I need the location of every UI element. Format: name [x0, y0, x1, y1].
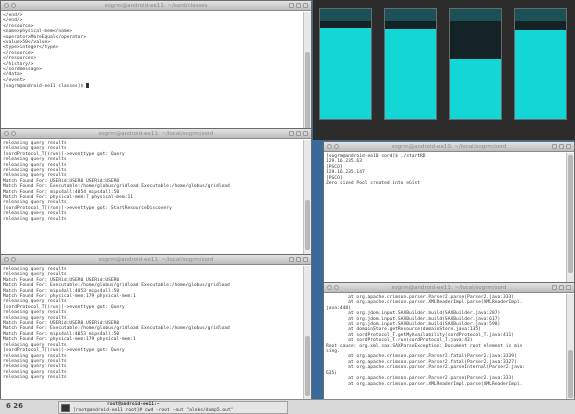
- terminal-output[interactable]: </end/> </end/> </resource> <name>physical-…: [1, 12, 303, 131]
- text-cursor: [85, 83, 89, 89]
- window-menu-icon[interactable]: [4, 131, 9, 136]
- scrollbar-thumb[interactable]: [305, 336, 310, 396]
- window-shade-icon[interactable]: [11, 131, 16, 136]
- task-title: root@android-ee11:~: [107, 402, 160, 407]
- window-shade-icon[interactable]: [334, 144, 339, 149]
- window-title: sogrm@android-ee11: ~/local/sogrm/sord: [391, 285, 507, 291]
- close-icon[interactable]: [303, 257, 308, 262]
- cpu-monitor-panel: [313, 0, 575, 140]
- title-bar[interactable]: sogrm@android-ee10: ~/local/sogrm/sord: [324, 142, 574, 152]
- scrollbar[interactable]: [566, 153, 574, 283]
- minimize-icon[interactable]: [289, 257, 294, 262]
- title-bar[interactable]: sogrm@android-ee11: ~/sord/classes: [1, 1, 311, 11]
- maximize-icon[interactable]: [296, 257, 301, 262]
- terminal-output[interactable]: releasing query results releasing query r…: [1, 140, 303, 255]
- window-menu-icon[interactable]: [4, 3, 9, 8]
- scrollbar[interactable]: [303, 266, 311, 399]
- maximize-icon[interactable]: [559, 285, 564, 290]
- close-icon[interactable]: [303, 131, 308, 136]
- minimize-icon[interactable]: [552, 285, 557, 290]
- window-menu-icon[interactable]: [327, 285, 332, 290]
- scrollbar-thumb[interactable]: [305, 200, 310, 250]
- terminal-output[interactable]: [sogrm@android-ee10 sord]$ ./startRD 129.…: [324, 153, 566, 283]
- maximize-icon[interactable]: [296, 131, 301, 136]
- close-icon[interactable]: [566, 285, 571, 290]
- gauge-header: [385, 9, 436, 21]
- terminal-output[interactable]: releasing query results releasing query r…: [1, 266, 303, 399]
- maximize-icon[interactable]: [296, 3, 301, 8]
- gauge-fill: [450, 58, 501, 119]
- gauge-fill: [385, 28, 436, 119]
- terminal-line: Zero sized Pool created into eGist: [326, 181, 421, 187]
- close-icon[interactable]: [566, 144, 571, 149]
- title-bar[interactable]: sogrm@android-ee11: ~/local/sogrm/sord: [1, 129, 311, 139]
- scrollbar[interactable]: [303, 12, 311, 131]
- scrollbar-thumb[interactable]: [305, 52, 310, 131]
- close-icon[interactable]: [303, 3, 308, 8]
- window-title: sogrm@android-ee11: ~/local/sogrm/sord: [98, 257, 214, 263]
- gauge-fill: [320, 27, 371, 119]
- taskbar: 6 26 root@android-ee11:~ [root@android-e…: [0, 399, 575, 414]
- gauge-header: [320, 9, 371, 21]
- task-subtitle: [root@android-ee11 root]# cwd -root -out…: [73, 408, 234, 413]
- window-title: sogrm@android-ee10: ~/local/sogrm/sord: [391, 144, 507, 150]
- window-shade-icon[interactable]: [334, 285, 339, 290]
- scrollbar-thumb[interactable]: [568, 350, 573, 398]
- window-title: sogrm@android-ee11: ~/sord/classes: [104, 3, 208, 9]
- terminal-line: at org.apache.crimson.parser.XMLReaderIm…: [326, 381, 523, 387]
- terminal-window-sord-2[interactable]: sogrm@android-ee11: ~/local/sogrm/sord r…: [0, 254, 312, 400]
- terminal-output[interactable]: at org.apache.crimson.parser.Parser2.par…: [324, 294, 566, 399]
- cpu-gauge: [449, 8, 502, 120]
- cpu-gauge: [514, 8, 567, 120]
- minimize-icon[interactable]: [552, 144, 557, 149]
- gauge-header: [450, 9, 501, 21]
- minimize-icon[interactable]: [289, 131, 294, 136]
- window-shade-icon[interactable]: [11, 257, 16, 262]
- scrollbar[interactable]: [566, 294, 574, 399]
- cpu-gauge: [384, 8, 437, 120]
- title-bar[interactable]: sogrm@android-ee11: ~/local/sogrm/sord: [1, 255, 311, 265]
- terminal-window-stacktrace[interactable]: sogrm@android-ee11: ~/local/sogrm/sord a…: [323, 282, 575, 400]
- terminal-line: releasing query results: [3, 216, 67, 222]
- window-menu-icon[interactable]: [4, 257, 9, 262]
- gauge-header: [515, 9, 566, 21]
- terminal-window-sord-1[interactable]: sogrm@android-ee11: ~/local/sogrm/sord r…: [0, 128, 312, 256]
- terminal-window-startrd[interactable]: sogrm@android-ee10: ~/local/sogrm/sord […: [323, 141, 575, 284]
- taskbar-button-root-terminal[interactable]: root@android-ee11:~ [root@android-ee11 r…: [58, 401, 288, 414]
- maximize-icon[interactable]: [559, 144, 564, 149]
- title-bar[interactable]: sogrm@android-ee11: ~/local/sogrm/sord: [324, 283, 574, 293]
- terminal-icon: [61, 404, 70, 412]
- window-menu-icon[interactable]: [327, 144, 332, 149]
- scrollbar[interactable]: [303, 140, 311, 255]
- window-shade-icon[interactable]: [11, 3, 16, 8]
- terminal-window-classes[interactable]: sogrm@android-ee11: ~/sord/classes </end…: [0, 0, 312, 132]
- window-title: sogrm@android-ee11: ~/local/sogrm/sord: [98, 131, 214, 137]
- minimize-icon[interactable]: [289, 3, 294, 8]
- terminal-line: [sogrm@android-ee11 classes]$: [3, 83, 301, 89]
- scrollbar-thumb[interactable]: [568, 155, 573, 273]
- cpu-gauge: [319, 8, 372, 120]
- clock: 6 26: [6, 402, 24, 410]
- gauge-fill: [515, 29, 566, 119]
- terminal-line: releasing query results: [3, 375, 67, 381]
